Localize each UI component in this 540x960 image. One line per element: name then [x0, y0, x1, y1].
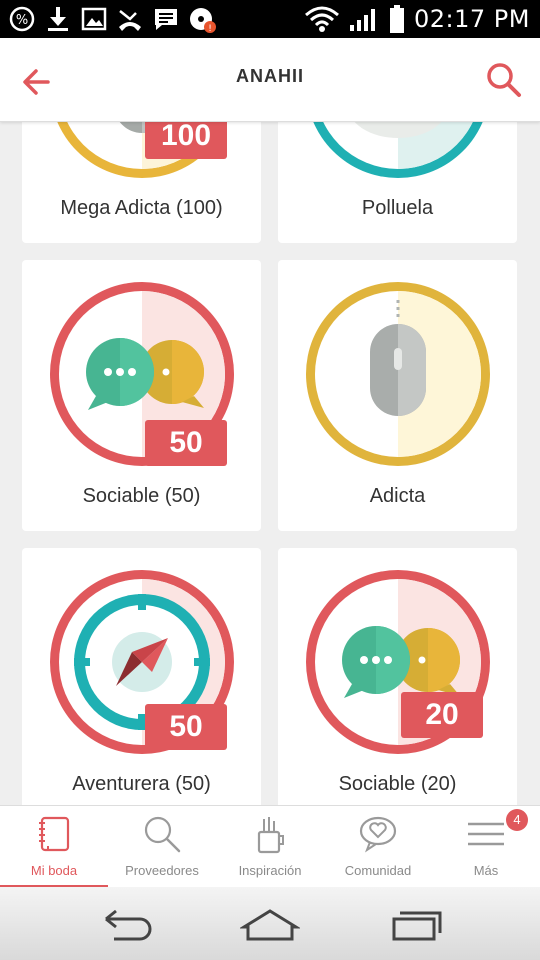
badge-label: Polluela [361, 197, 434, 219]
home-button-icon[interactable] [240, 905, 300, 945]
signal-icon [350, 9, 376, 31]
tools-cup-icon [257, 817, 284, 854]
music-icon: ! [188, 5, 216, 33]
nav-item-mi-boda[interactable]: Mi boda [0, 806, 108, 888]
search-icon[interactable] [484, 60, 524, 100]
badge-number-tag: 50 [145, 704, 227, 750]
badge-card[interactable]: 20 Sociable (20) [278, 548, 517, 805]
nav-item-comunidad[interactable]: Comunidad [324, 806, 432, 888]
page-title: ANAHII [236, 66, 304, 86]
nav-item-inspiracion[interactable]: Inspiración [216, 806, 324, 888]
badge-label: Adicta [369, 485, 426, 507]
nav-label: Mi boda [30, 863, 78, 878]
status-right: 02:17 PM [304, 0, 530, 38]
badge-number-tag: 100 [145, 122, 227, 159]
badge-card[interactable]: 100 Mega Adicta (100) [22, 122, 261, 243]
badge-number-tag: 20 [401, 692, 483, 738]
badge-label: Sociable (50) [82, 485, 201, 507]
badge-card[interactable]: Polluela [278, 122, 517, 243]
notification-badge: ! [208, 24, 212, 33]
notification-icons: % ! [8, 5, 216, 33]
nav-item-proveedores[interactable]: Proveedores [108, 806, 216, 888]
nav-label: Inspiración [238, 863, 302, 878]
nav-label: Comunidad [344, 863, 412, 878]
app-bar: ANAHII [0, 38, 540, 122]
svg-text:%: % [16, 13, 28, 28]
more-count-badge: 4 [506, 809, 528, 831]
badge-label: Mega Adicta (100) [60, 197, 223, 219]
badge-label: Sociable (20) [338, 773, 457, 795]
badge-card[interactable]: Adicta [278, 260, 517, 531]
search-icon [144, 816, 181, 853]
badge-card[interactable]: 50 Aventurera (50) [22, 548, 261, 805]
download-icon [44, 5, 72, 33]
badge-label: Aventurera (50) [72, 773, 211, 795]
recent-apps-icon[interactable] [386, 905, 446, 945]
missed-call-icon [116, 5, 144, 33]
heart-chat-icon [359, 816, 397, 853]
nav-label: Más [473, 863, 499, 878]
status-bar: % ! 02:17 PM [0, 0, 540, 38]
chick-icon [313, 122, 483, 178]
back-button-icon[interactable] [96, 905, 156, 945]
message-icon [152, 5, 180, 33]
percent-icon: % [8, 5, 36, 33]
wifi-icon [305, 6, 340, 32]
badge-number-tag: 50 [145, 420, 227, 466]
menu-icon [468, 822, 504, 846]
badges-scroll-area[interactable]: 100 Mega Adicta (100) Polluela 50 Sociab… [0, 122, 540, 805]
image-icon [80, 5, 108, 33]
notebook-icon [39, 816, 70, 852]
mouse-icon [306, 282, 490, 466]
system-nav-bar [0, 887, 540, 960]
badge-card[interactable]: 50 Sociable (50) [22, 260, 261, 531]
nav-label: Proveedores [125, 863, 199, 878]
clock: 02:17 PM [414, 5, 530, 33]
bottom-nav: Mi boda Proveedores Inspiración Comunida… [0, 805, 540, 888]
battery-icon [390, 5, 405, 33]
